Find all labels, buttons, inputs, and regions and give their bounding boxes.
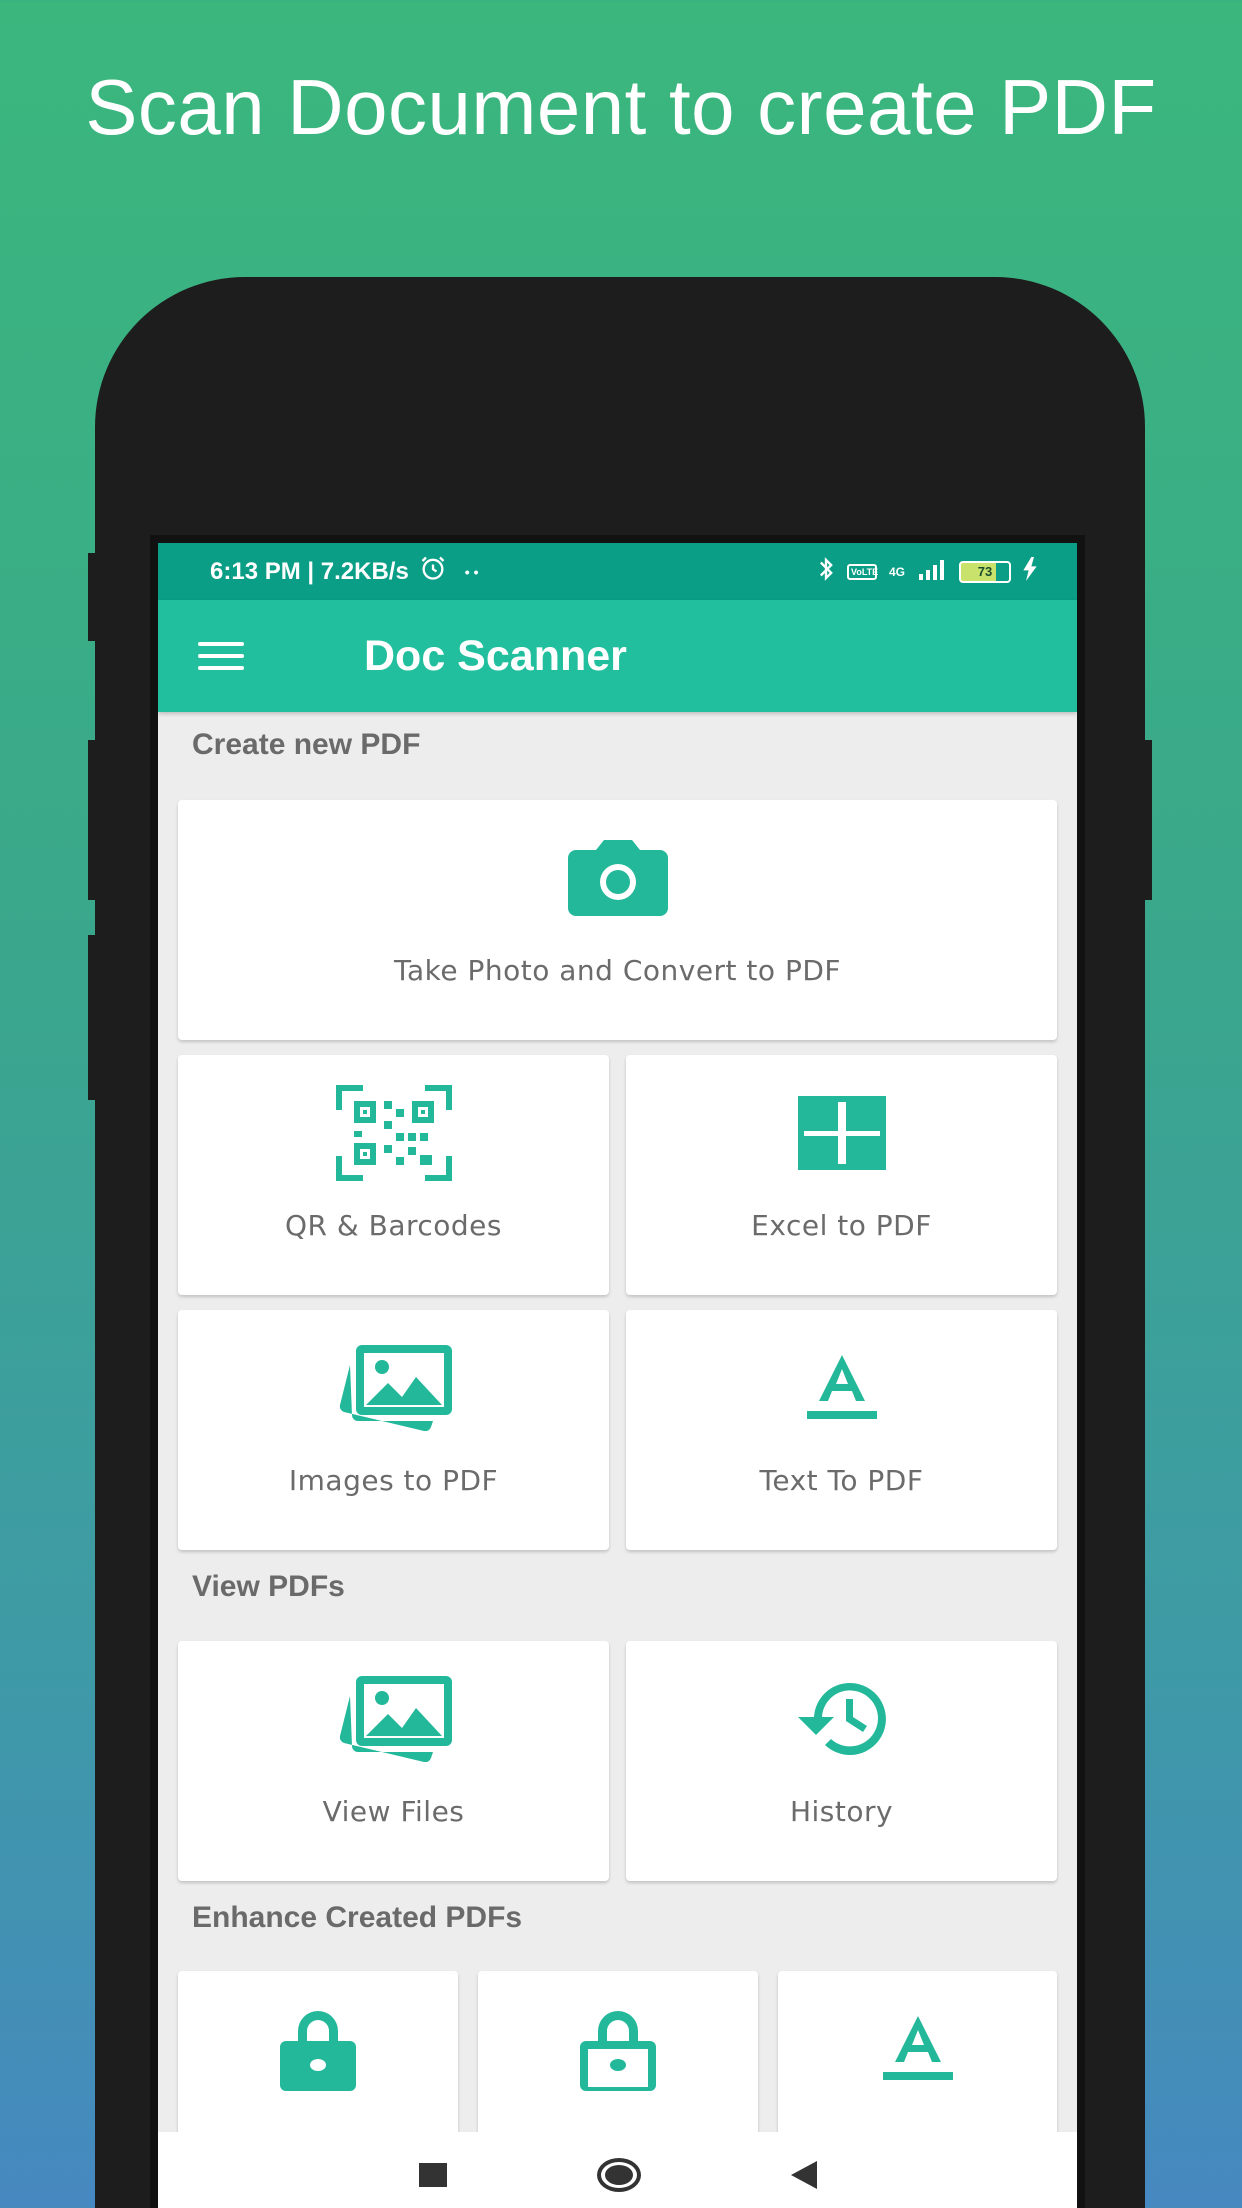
take-photo-card[interactable]: Take Photo and Convert to PDF (178, 800, 1057, 1040)
camera-icon (567, 830, 668, 926)
status-dots: • • (464, 563, 479, 580)
take-photo-label: Take Photo and Convert to PDF (394, 954, 841, 987)
section-title-enhance: Enhance Created PDFs (192, 1901, 523, 1934)
bluetooth-icon (817, 556, 835, 587)
history-icon (792, 1671, 892, 1767)
text-to-pdf-label: Text To PDF (759, 1464, 924, 1497)
status-time: 6:13 PM | 7.2KB/s (210, 557, 409, 585)
charging-icon (1023, 557, 1037, 586)
system-nav-bar (158, 2132, 1077, 2208)
menu-icon[interactable] (198, 642, 244, 670)
qr-code-icon (335, 1085, 452, 1181)
battery-icon: 73 (959, 560, 1011, 583)
unlock-icon (580, 2001, 656, 2097)
images-icon (336, 1671, 452, 1767)
text-to-pdf-card[interactable]: Text To PDF (626, 1310, 1057, 1550)
qr-barcodes-label: QR & Barcodes (284, 1209, 502, 1242)
history-label: History (789, 1795, 894, 1828)
images-to-pdf-label: Images to PDF (288, 1464, 499, 1497)
qr-barcodes-card[interactable]: QR & Barcodes (178, 1055, 609, 1295)
phone-side-button (88, 935, 98, 1100)
excel-to-pdf-card[interactable]: Excel to PDF (626, 1055, 1057, 1295)
status-icons: VoLTE 4G 73 (817, 556, 1037, 587)
section-title-create: Create new PDF (192, 728, 421, 761)
text-format-icon (882, 2001, 953, 2097)
app-title: Doc Scanner (364, 631, 627, 680)
phone-screen: 6:13 PM | 7.2KB/s • • VoLTE 4G 73 Doc Sc… (150, 535, 1085, 2208)
images-to-pdf-card[interactable]: Images to PDF (178, 1310, 609, 1550)
phone-side-button (88, 553, 98, 641)
back-icon[interactable] (790, 2160, 817, 2189)
excel-to-pdf-label: Excel to PDF (751, 1209, 932, 1242)
promo-headline: Scan Document to create PDF (85, 63, 1157, 151)
app-bar: Doc Scanner (158, 600, 1077, 712)
phone-side-button (1142, 740, 1152, 900)
battery-level: 73 (977, 564, 993, 579)
text-format-icon (806, 1340, 877, 1436)
network-label: 4G (888, 564, 905, 579)
volte-badge: VoLTE (846, 563, 878, 580)
lock-icon (280, 2001, 356, 2097)
signal-icon (917, 558, 947, 585)
alarm-icon (419, 554, 447, 589)
view-files-card[interactable]: View Files (178, 1641, 609, 1881)
recents-icon[interactable] (418, 2162, 447, 2187)
phone-side-button (88, 740, 98, 900)
app-screen: 6:13 PM | 7.2KB/s • • VoLTE 4G 73 Doc Sc… (158, 543, 1077, 2208)
images-icon (336, 1340, 452, 1436)
view-files-label: View Files (322, 1795, 465, 1828)
status-bar: 6:13 PM | 7.2KB/s • • VoLTE 4G 73 (158, 543, 1077, 600)
history-card[interactable]: History (626, 1641, 1057, 1881)
grid-icon (797, 1085, 886, 1181)
home-icon[interactable] (596, 2157, 641, 2192)
section-title-view: View PDFs (192, 1570, 345, 1603)
